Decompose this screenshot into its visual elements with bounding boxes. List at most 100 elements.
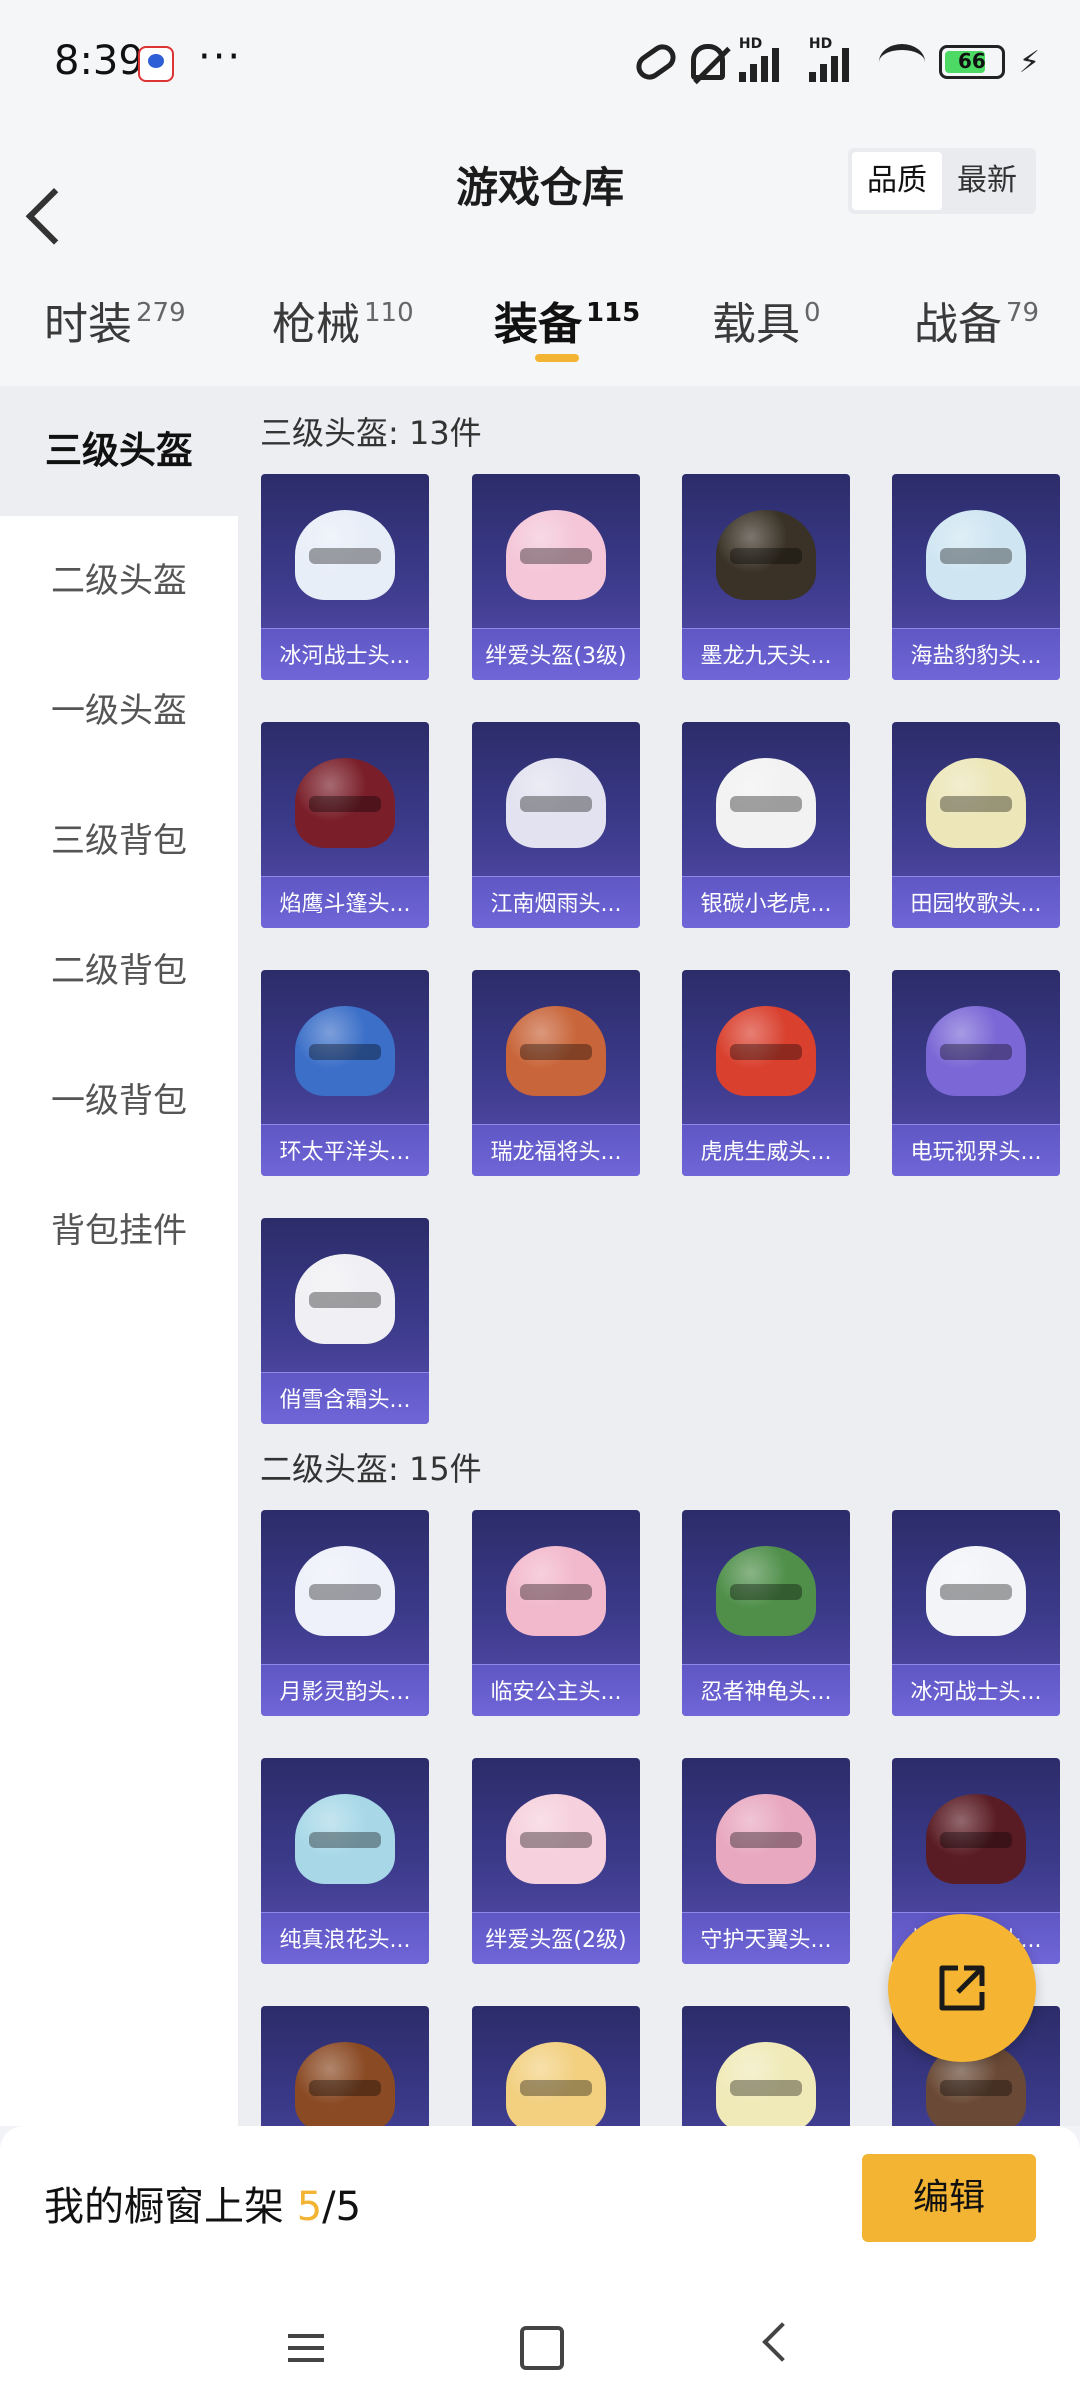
menu-icon[interactable] — [256, 2296, 356, 2396]
helmet-image — [716, 1006, 816, 1096]
helmet-image — [926, 1794, 1026, 1884]
tab-equipment[interactable]: 装备 115 — [494, 288, 640, 352]
item-name: 临安公主头... — [490, 1680, 622, 1705]
item-grid: 三级头盔: 13件 二级头盔: 15件 冰河战士头... 绊爱头盔(3级) 墨龙九天… — [238, 386, 1080, 2126]
item-card[interactable]: 海盐豹豹头... — [892, 474, 1060, 680]
item-name: 忍者神龟头... — [700, 1680, 832, 1705]
app-header: 游戏仓库 品质 最新 — [0, 130, 1080, 250]
helmet-image — [506, 1794, 606, 1884]
charging-bolt-icon: ⚡ — [1018, 44, 1040, 80]
helmet-image — [716, 510, 816, 600]
item-name: 纯真浪花头... — [279, 1928, 411, 1953]
item-card[interactable]: 临安公主头... — [472, 1510, 640, 1716]
item-name: 冰河战士头... — [279, 644, 411, 669]
helmet-image — [295, 2042, 395, 2126]
item-card[interactable]: 电玩视界头... — [892, 970, 1060, 1176]
item-card[interactable] — [682, 2006, 850, 2126]
back-triangle-icon[interactable] — [724, 2296, 824, 2396]
tab-fashion[interactable]: 时装 279 — [44, 288, 186, 352]
showcase-total-count: /5 — [322, 2184, 362, 2230]
item-name: 江南烟雨头... — [490, 892, 622, 917]
more-notifications-icon: ··· — [198, 34, 243, 80]
back-button[interactable] — [28, 150, 108, 230]
helmet-image — [716, 758, 816, 848]
item-card[interactable] — [472, 2006, 640, 2126]
item-card[interactable]: 田园牧歌头... — [892, 722, 1060, 928]
helmet-image — [506, 510, 606, 600]
item-card[interactable]: 墨龙九天头... — [682, 474, 850, 680]
tab-weapons[interactable]: 枪械 110 — [272, 288, 414, 352]
item-name: 环太平洋头... — [279, 1140, 411, 1165]
helmet-image — [295, 1546, 395, 1636]
sort-quality-button[interactable]: 品质 — [852, 152, 942, 210]
helmet-image — [716, 2042, 816, 2126]
active-tab-indicator — [535, 354, 579, 362]
item-card[interactable]: 冰河战士头... — [261, 474, 429, 680]
item-card[interactable]: 虎虎生威头... — [682, 970, 850, 1176]
item-card[interactable]: 纯真浪花头... — [261, 1758, 429, 1964]
system-nav-bar — [0, 2296, 1080, 2403]
battery-icon: 66 — [938, 45, 1005, 79]
share-external-icon — [939, 1965, 985, 2011]
item-card[interactable]: 月影灵韵头... — [261, 1510, 429, 1716]
sidebar-item-level3-backpack[interactable]: 三级背包 — [0, 776, 238, 906]
helmet-image — [506, 1546, 606, 1636]
category-tabs: 时装 279 枪械 110 装备 115 载具 0 战备 79 — [0, 250, 1080, 386]
item-name: 绊爱头盔(2级) — [485, 1928, 627, 1953]
item-name: 月影灵韵头... — [279, 1680, 411, 1705]
item-name: 焰鹰斗篷头... — [279, 892, 411, 917]
section-title: 三级头盔: 13件 — [260, 414, 482, 452]
item-card[interactable]: 绊爱头盔(3级) — [472, 474, 640, 680]
showcase-panel: 我的橱窗上架 5/5 编辑 — [0, 2126, 1080, 2403]
home-square-icon[interactable] — [490, 2296, 590, 2396]
sidebar-item-backpack-charm[interactable]: 背包挂件 — [0, 1166, 238, 1296]
sidebar-item-level2-backpack[interactable]: 二级背包 — [0, 906, 238, 1036]
status-time: 8:39 — [54, 38, 144, 84]
helmet-image — [716, 1794, 816, 1884]
item-card[interactable]: 江南烟雨头... — [472, 722, 640, 928]
item-name: 虎虎生威头... — [700, 1140, 832, 1165]
helmet-image — [506, 2042, 606, 2126]
item-name: 田园牧歌头... — [910, 892, 1042, 917]
helmet-image — [926, 758, 1026, 848]
item-name: 墨龙九天头... — [700, 644, 832, 669]
item-card[interactable]: 环太平洋头... — [261, 970, 429, 1176]
sidebar-item-level1-helmet[interactable]: 一级头盔 — [0, 646, 238, 776]
item-card[interactable]: 冰河战士头... — [892, 1510, 1060, 1716]
tab-supplies[interactable]: 战备 79 — [914, 288, 1039, 352]
link-icon — [631, 39, 681, 85]
showcase-used-count: 5 — [296, 2184, 323, 2230]
item-card[interactable]: 忍者神龟头... — [682, 1510, 850, 1716]
helmet-image — [716, 1546, 816, 1636]
item-card[interactable] — [261, 2006, 429, 2126]
item-name: 海盐豹豹头... — [910, 644, 1042, 669]
status-bar: 8:39 ··· HD HD 66 ⚡ — [0, 0, 1080, 130]
item-name: 瑞龙福将头... — [490, 1140, 622, 1165]
app-notification-icon — [138, 46, 174, 82]
item-card[interactable]: 绊爱头盔(2级) — [472, 1758, 640, 1964]
item-card[interactable]: 银碳小老虎... — [682, 722, 850, 928]
helmet-image — [295, 1006, 395, 1096]
mute-bell-icon — [690, 44, 725, 80]
item-card[interactable]: 焰鹰斗篷头... — [261, 722, 429, 928]
sidebar-item-level2-helmet[interactable]: 二级头盔 — [0, 516, 238, 646]
signal-hd-icon: HD — [808, 36, 865, 82]
tab-vehicles[interactable]: 载具 0 — [712, 288, 821, 352]
edit-button[interactable]: 编辑 — [862, 2154, 1036, 2242]
signal-hd-icon: HD — [738, 36, 795, 82]
helmet-image — [506, 758, 606, 848]
item-card[interactable]: 俏雪含霜头... — [261, 1218, 429, 1424]
helmet-image — [295, 510, 395, 600]
sidebar-item-level1-backpack[interactable]: 一级背包 — [0, 1036, 238, 1166]
sort-newest-button[interactable]: 最新 — [942, 152, 1032, 210]
wifi-icon — [878, 44, 925, 80]
sidebar: 三级头盔 二级头盔 一级头盔 三级背包 二级背包 一级背包 背包挂件 — [0, 386, 238, 2126]
item-name: 电玩视界头... — [910, 1140, 1042, 1165]
sidebar-item-level3-helmet[interactable]: 三级头盔 — [0, 386, 238, 516]
item-name: 守护天翼头... — [700, 1928, 832, 1953]
helmet-image — [926, 510, 1026, 600]
helmet-image — [926, 1006, 1026, 1096]
item-card[interactable]: 守护天翼头... — [682, 1758, 850, 1964]
item-card[interactable]: 瑞龙福将头... — [472, 970, 640, 1176]
share-button[interactable] — [888, 1914, 1036, 2062]
